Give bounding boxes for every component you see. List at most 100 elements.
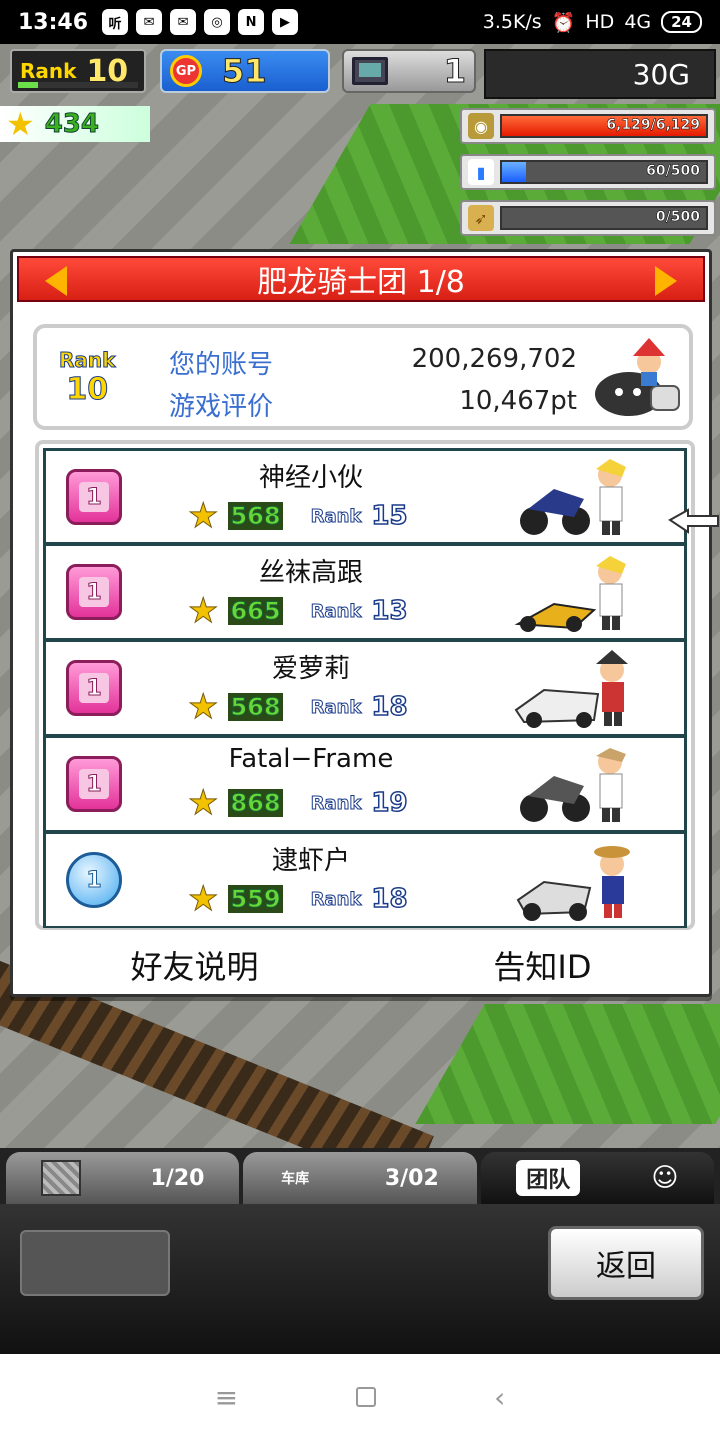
rank-label: Rank [20, 59, 77, 83]
pc-counter[interactable]: 1 [342, 49, 476, 93]
friend-rank: 18 [371, 883, 409, 915]
badge-number: 1 [79, 673, 109, 703]
fuel-fill [502, 162, 527, 182]
tab-items[interactable]: 1/20 [6, 1152, 240, 1204]
wechat-icon: ✉ [136, 9, 163, 35]
friend-stats: ★ 868 Rank 19 [187, 783, 409, 823]
friend-row[interactable]: 1 爱萝莉 ★ 568 Rank 18 [43, 640, 687, 736]
badge-number: 1 [79, 577, 109, 607]
gp-counter[interactable]: GP 51 [160, 49, 330, 93]
prev-arrow-icon[interactable] [45, 266, 67, 296]
friend-stats: ★ 568 Rank 18 [187, 687, 409, 727]
friend-name: 丝袜高跟 [258, 558, 363, 588]
formula-car-icon [514, 556, 626, 632]
system-nav-bar: ≡ ‹ [0, 1354, 720, 1440]
friend-list: 1 神经小伙 ★ 568 Rank 15 1 丝袜高跟 ★ 665 Rank 1… [35, 440, 695, 930]
money-display: 30G [484, 49, 716, 99]
app-icon: ◎ [204, 9, 231, 35]
back-nav-icon[interactable]: ‹ [494, 1381, 505, 1414]
account-rank-label: Rank [58, 348, 116, 373]
friend-row[interactable]: 1 神经小伙 ★ 568 Rank 15 [43, 448, 687, 544]
badge-icon: 1 [66, 852, 122, 908]
account-rank-value: 10 [66, 372, 109, 408]
home-icon[interactable] [356, 1387, 377, 1407]
friend-name: Fatal−Frame [228, 744, 394, 774]
feather-text: 0/500 [655, 209, 701, 226]
friend-score: 665 [228, 597, 283, 626]
rank-progress [18, 82, 138, 88]
friend-stats: ★ 568 Rank 15 [187, 496, 408, 536]
next-arrow-icon[interactable] [655, 266, 677, 296]
badge-icon: 1 [66, 756, 122, 812]
friend-score: 559 [228, 885, 283, 914]
back-button[interactable]: 返回 [548, 1226, 704, 1300]
player-avatar [595, 338, 680, 416]
star-icon: ★ [187, 687, 219, 727]
feather-icon: ➶ [468, 205, 494, 231]
friend-rank-label: Rank [310, 792, 362, 814]
coins-icon: ◉ [468, 113, 494, 139]
character-icon: ☺ [651, 1163, 679, 1193]
fuel-resource: ▮ 60/500 [460, 154, 716, 190]
badge-number: 1 [79, 769, 109, 799]
friend-score: 568 [228, 502, 283, 531]
team-header: 肥龙骑士团 1/8 [17, 256, 705, 302]
friend-row[interactable]: 1 Fatal−Frame ★ 868 Rank 19 [43, 736, 687, 832]
account-rank: Rank 10 [58, 348, 116, 408]
account-value: 200,269,702 [411, 344, 577, 374]
tab-garage[interactable]: 车库 3/02 [243, 1152, 477, 1204]
star-icon: ★ [187, 783, 219, 823]
panel-footer: 好友说明 告知ID [13, 942, 709, 988]
bottom-panel: 返回 [0, 1204, 720, 1354]
star-icon: ★ [6, 105, 35, 143]
star-icon: ★ [187, 879, 219, 919]
fuel-icon: ▮ [468, 159, 494, 185]
gp-icon: GP [170, 55, 202, 87]
tab-team[interactable]: 团队 ☺ [480, 1152, 714, 1204]
crate-icon [40, 1160, 81, 1196]
friend-score: 568 [228, 693, 283, 722]
friend-name: 神经小伙 [258, 463, 363, 493]
tab-team-label: 团队 [516, 1160, 581, 1196]
friend-rank: 18 [371, 691, 409, 723]
fuel-text: 60/500 [646, 163, 700, 180]
friend-row[interactable]: 1 丝袜高跟 ★ 665 Rank 13 [43, 544, 687, 640]
pc-value: 1 [443, 52, 466, 91]
friend-name: 爱萝莉 [271, 654, 350, 684]
bottom-tabs: 1/20 车库 3/02 团队 ☺ [0, 1148, 720, 1204]
tab-garage-count: 3/02 [384, 1165, 439, 1191]
pointing-hand-icon [668, 508, 719, 534]
tab-garage-label: 车库 [281, 1171, 310, 1187]
game-viewport: Rank 10 GP 51 1 30G ★ 434 ◉ 6,129/6,129 … [0, 44, 720, 1354]
kart-icon [516, 846, 630, 921]
badge-icon: 1 [66, 564, 122, 620]
friend-rank-label: Rank [310, 696, 362, 718]
fans-counter: ★ 434 [0, 106, 150, 142]
badge-icon: 1 [66, 469, 122, 525]
n-app-icon: N [238, 9, 265, 35]
badge-number: 1 [79, 482, 109, 512]
network-speed: 3.5K/s [482, 11, 542, 33]
feather-resource: ➶ 0/500 [460, 200, 716, 236]
signal-icon: 4G [624, 11, 652, 33]
alarm-icon: ⏰ [551, 11, 576, 34]
hd-icon: HD [585, 11, 615, 33]
wechat-icon-2: ✉ [170, 9, 197, 35]
badge-icon: 1 [66, 660, 122, 716]
friend-help-button[interactable]: 好友说明 [130, 942, 258, 988]
star-icon: ★ [187, 591, 219, 631]
battery-icon: 24 [661, 11, 702, 33]
empty-slot [20, 1230, 170, 1296]
grass-area-bottom [415, 1004, 720, 1124]
notify-id-button[interactable]: 告知ID [493, 942, 591, 988]
notification-icons: 听 ✉ ✉ ◎ N ▶ [102, 9, 299, 35]
friend-rank: 19 [371, 787, 409, 819]
tab-items-count: 1/20 [150, 1165, 205, 1191]
friend-name: 逮虾户 [271, 846, 350, 876]
star-icon: ★ [187, 496, 219, 536]
menu-icon[interactable]: ≡ [215, 1381, 238, 1414]
video-app-icon: ▶ [272, 9, 299, 35]
friend-rank: 13 [371, 595, 409, 627]
friend-row[interactable]: 1 逮虾户 ★ 559 Rank 18 [43, 832, 687, 928]
fans-value: 434 [44, 109, 99, 140]
